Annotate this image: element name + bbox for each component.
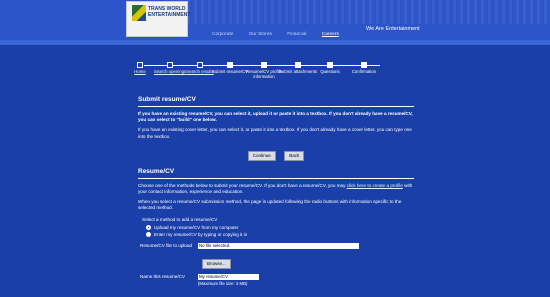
divider: [138, 177, 414, 179]
file-label: Resume/CV file to upload: [140, 242, 193, 248]
radio-upload-control[interactable]: [146, 224, 151, 230]
browse-button[interactable]: Browse...: [202, 258, 231, 269]
submit-title: Submit resume/CV: [138, 96, 196, 103]
file-input[interactable]: No file selected.: [198, 242, 359, 249]
step-marker: [327, 62, 333, 68]
nav-our-stores[interactable]: Our Stores: [249, 32, 272, 37]
continue-button[interactable]: Continue: [247, 150, 276, 161]
step-marker: [197, 62, 203, 68]
main-content: Submit resume/CV If you have an existing…: [138, 96, 414, 286]
step-8: Confirmation: [344, 60, 384, 74]
top-nav: Corporate Our Stores Financial Careers: [212, 32, 353, 37]
nav-corporate[interactable]: Corporate: [212, 32, 233, 37]
back-button[interactable]: Back: [284, 150, 305, 161]
divider: [138, 106, 414, 107]
nav-careers[interactable]: Careers: [322, 32, 339, 37]
resume-name-input[interactable]: My resume/CV: [198, 273, 259, 280]
name-row: Name this resume/CV My resume/CV: [140, 273, 414, 280]
method-explanation: When you select a resume/CV submission m…: [138, 199, 402, 211]
page: TRANS WORLD ENTERTAINMENT We Are Enterta…: [0, 0, 550, 297]
max-size-hint: (Maximum file size: 3 MB): [198, 280, 248, 286]
tagline: We Are Entertainment: [366, 26, 420, 32]
step-marker: [295, 62, 301, 68]
step-marker: [227, 62, 233, 68]
name-label: Name this resume/CV: [140, 273, 185, 279]
radio-enter[interactable]: Enter my resume/CV by typing or copying …: [146, 231, 414, 237]
create-profile-link[interactable]: click here to create a profile: [347, 183, 403, 188]
progress-steps: Home Search openings Search results Submit …: [134, 60, 414, 82]
step-marker: [261, 62, 267, 68]
logo-text-line2: ENTERTAINMENT: [148, 12, 191, 18]
logo-icon: [132, 5, 146, 21]
step-label: Confirmation: [351, 69, 377, 74]
submit-intro: If you have an existing resume/CV, you c…: [138, 111, 413, 123]
resume-title: Resume/CV: [138, 167, 175, 175]
nav-financial[interactable]: Financial: [287, 32, 306, 37]
step-marker: [361, 62, 367, 68]
trans-world-logo[interactable]: TRANS WORLD ENTERTAINMENT: [126, 1, 191, 37]
radio-enter-label: Enter my resume/CV by typing or copying …: [154, 231, 248, 237]
site-header: TRANS WORLD ENTERTAINMENT We Are Enterta…: [0, 0, 550, 40]
method-label: Select a method to add a resume/CV: [142, 216, 218, 222]
radio-enter-control[interactable]: [146, 231, 151, 237]
nav-bar: [0, 40, 550, 45]
button-row: Continue Back: [138, 144, 414, 162]
file-row: Resume/CV file to upload No file selecte…: [140, 242, 414, 249]
header-pattern: [180, 0, 550, 24]
radio-upload-label: Upload my resume/CV from my computer: [154, 224, 239, 230]
step-marker: [167, 62, 173, 68]
step-marker: [137, 62, 143, 68]
resume-intro: Choose one of the methods below to submi…: [138, 182, 413, 195]
radio-upload[interactable]: Upload my resume/CV from my computer: [146, 224, 414, 230]
cover-letter-intro: If you have an existing cover letter, yo…: [138, 127, 412, 139]
